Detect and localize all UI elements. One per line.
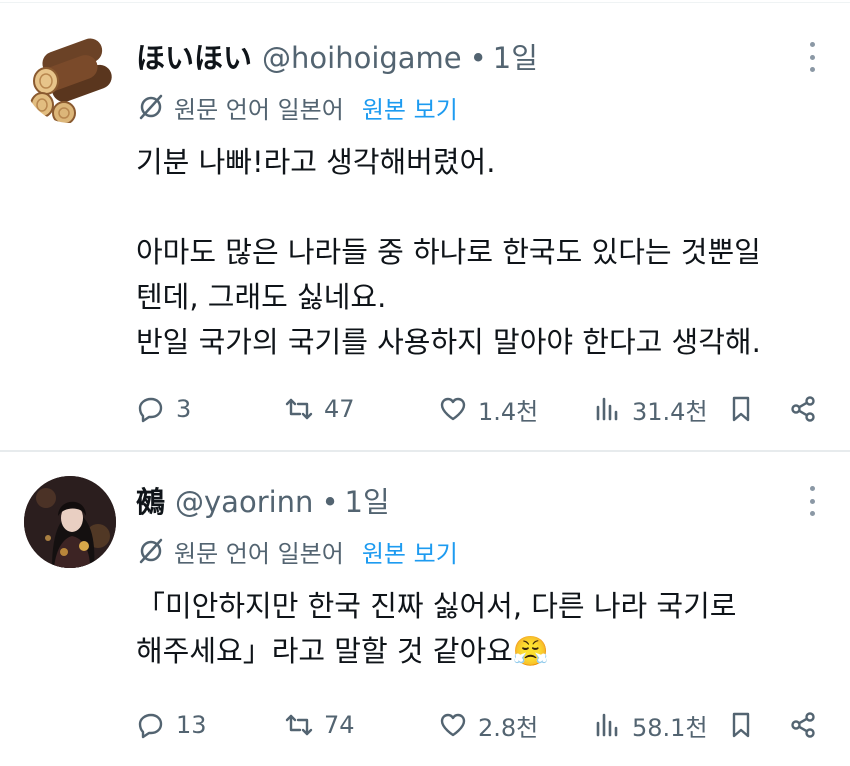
more-dot-icon: [809, 498, 815, 504]
like-count: 1.4천: [478, 397, 539, 426]
tweet-text-line: 기분 나빠!라고 생각해버렸어.: [136, 145, 496, 179]
bookmark-button[interactable]: [726, 705, 756, 745]
heart-icon: [440, 397, 466, 421]
retweet-icon: [285, 398, 313, 420]
views-button[interactable]: 58.1천: [592, 705, 708, 745]
timestamp[interactable]: 1일: [493, 36, 538, 80]
tweet-text: 「미안하지만 한국 진짜 싫어서, 다른 나라 국기로 해주세요」라고 말할 것…: [136, 584, 820, 674]
avatar[interactable]: [24, 31, 116, 123]
tweet-text-line: 아마도 많은 나라들 중 하나로 한국도 있다는 것뿐일: [136, 235, 761, 269]
share-button[interactable]: [788, 705, 818, 745]
tweet-text-line: 반일 국가의 국기를 사용하지 말아야 한다고 생각해.: [136, 325, 761, 359]
more-dot-icon: [809, 511, 815, 516]
retweet-count: 74: [324, 711, 355, 739]
reply-icon: [138, 397, 163, 423]
separator-dot: •: [469, 41, 487, 75]
handle[interactable]: @hoihoigame: [262, 36, 462, 80]
more-dot-icon: [809, 54, 815, 60]
translation-note: 원문 언어 일본어: [174, 95, 344, 124]
more-dot-icon: [809, 67, 815, 72]
display-name[interactable]: 鵺: [136, 480, 165, 524]
views-count: 58.1천: [632, 713, 708, 742]
tweet-text-blank-line: [136, 185, 820, 230]
views-count: 31.4천: [632, 397, 708, 426]
tweet-text-line: 텐데, 그래도 싫네요.: [136, 280, 387, 314]
retweet-icon: [285, 714, 313, 736]
views-button[interactable]: 31.4천: [592, 389, 708, 429]
heart-icon: [440, 713, 466, 737]
reply-count: 13: [176, 711, 207, 739]
more-options-button[interactable]: [804, 42, 820, 72]
tweet[interactable]: 鵺 @yaorinn • 1일 원문 언어 일본어 원본 보기 「미안하지만 한…: [0, 452, 850, 766]
tweet-header: ほいほい @hoihoigame • 1일: [136, 36, 820, 80]
tweet-text-line: 「미안하지만 한국 진짜 싫어서, 다른 나라 국기로: [136, 589, 737, 623]
firewood-logs-icon: [30, 38, 112, 123]
translate-icon: [136, 92, 166, 122]
more-dot-icon: [809, 42, 815, 47]
tweet-text-line: 해주세요」라고 말할 것 같아요😤: [136, 634, 549, 668]
handle[interactable]: @yaorinn: [175, 480, 313, 524]
tweet-actions: 3 47 1.4천 31.4천: [136, 389, 820, 429]
like-button[interactable]: 1.4천: [438, 389, 538, 429]
retweet-count: 47: [324, 395, 355, 423]
reply-button[interactable]: 3: [136, 389, 191, 429]
tweet-text: 기분 나빠!라고 생각해버렸어. 아마도 많은 나라들 중 하나로 한국도 있다…: [136, 140, 820, 365]
more-options-button[interactable]: [804, 486, 820, 516]
tweet-header: 鵺 @yaorinn • 1일: [136, 480, 820, 524]
timestamp[interactable]: 1일: [345, 480, 390, 524]
like-count: 2.8천: [478, 713, 539, 742]
like-button[interactable]: 2.8천: [438, 705, 538, 745]
share-icon: [791, 396, 815, 422]
bookmark-icon: [732, 396, 750, 422]
translation-bar: 원문 언어 일본어 원본 보기: [136, 87, 820, 127]
views-bar-chart-icon: [596, 713, 618, 737]
retweet-button[interactable]: 74: [284, 705, 355, 745]
show-original-link[interactable]: 원본 보기: [362, 534, 458, 569]
timeline: ほいほい @hoihoigame • 1일 원문 언어 일본어 원본 보기 기분…: [0, 0, 850, 766]
views-bar-chart-icon: [596, 397, 618, 421]
separator-dot: •: [321, 485, 339, 519]
tweet[interactable]: ほいほい @hoihoigame • 1일 원문 언어 일본어 원본 보기 기분…: [0, 0, 850, 452]
tweet-content: 鵺 @yaorinn • 1일 원문 언어 일본어 원본 보기 「미안하지만 한…: [136, 480, 820, 674]
translate-icon: [136, 536, 166, 566]
translation-bar: 원문 언어 일본어 원본 보기: [136, 531, 820, 571]
share-button[interactable]: [788, 389, 818, 429]
share-icon: [791, 712, 815, 738]
reply-button[interactable]: 13: [136, 705, 207, 745]
avatar[interactable]: [24, 476, 116, 568]
tweet-actions: 13 74 2.8천 58.1천: [136, 705, 820, 745]
anime-portrait-avatar: [24, 476, 116, 568]
show-original-link[interactable]: 원본 보기: [362, 90, 458, 125]
display-name[interactable]: ほいほい: [136, 36, 252, 80]
more-dot-icon: [809, 486, 815, 491]
tweet-content: ほいほい @hoihoigame • 1일 원문 언어 일본어 원본 보기 기분…: [136, 36, 820, 365]
reply-count: 3: [176, 395, 192, 423]
translation-note: 원문 언어 일본어: [174, 539, 344, 568]
reply-icon: [138, 713, 163, 739]
bookmark-button[interactable]: [726, 389, 756, 429]
bookmark-icon: [732, 712, 750, 738]
retweet-button[interactable]: 47: [284, 389, 355, 429]
